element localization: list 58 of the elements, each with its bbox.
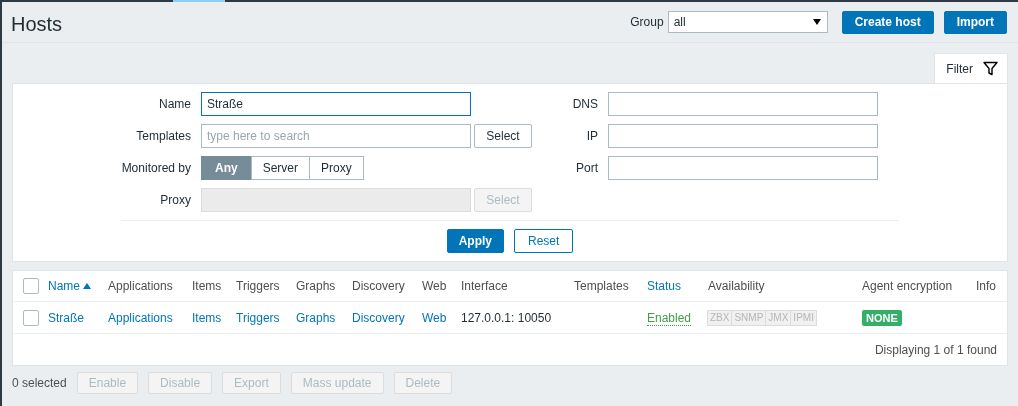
row-checkbox[interactable]: [22, 309, 39, 326]
field-label: Templates: [135, 129, 192, 143]
select-button[interactable]: Select: [474, 124, 532, 148]
dropdown-caret-icon: [812, 19, 821, 25]
column-header: Discovery: [352, 279, 406, 293]
availability-badge: SNMP: [731, 309, 767, 326]
header-button[interactable]: Create host: [841, 10, 934, 34]
column-header: Interface: [461, 279, 509, 293]
apply-button[interactable]: Apply: [446, 229, 504, 253]
table-summary: Displaying 1 of 1 found: [874, 342, 997, 357]
select-all-checkbox[interactable]: [22, 278, 39, 294]
status-link[interactable]: Enabled: [647, 310, 692, 326]
column-header: Web: [422, 279, 448, 293]
sort-ascending-icon: [83, 283, 91, 289]
filter-field[interactable]: [608, 156, 878, 180]
field-label: Port: [575, 161, 599, 175]
table-link[interactable]: Items: [192, 310, 236, 325]
column-header: Templates: [574, 279, 630, 293]
column-header: Applications: [108, 279, 174, 293]
active-tab-indicator: [173, 0, 225, 2]
field-label: Monitored by: [120, 161, 192, 175]
encryption-badge: NONE: [862, 309, 902, 326]
reset-button[interactable]: Reset: [514, 229, 574, 253]
filter-tab[interactable]: Filter: [934, 53, 1008, 83]
filter-field[interactable]: [608, 92, 878, 116]
monitored-by-option[interactable]: Server: [250, 156, 310, 180]
column-header: Graphs: [296, 279, 337, 293]
table-link[interactable]: Triggers: [236, 310, 296, 325]
page-title: Hosts: [11, 12, 63, 36]
header-button[interactable]: Import: [943, 10, 1007, 34]
monitored-by-option[interactable]: Any: [201, 156, 252, 180]
column-header: Agent encryption: [862, 279, 954, 293]
field-label: Proxy: [159, 193, 192, 207]
field-label: IP: [585, 129, 599, 143]
table-link[interactable]: Straße: [48, 310, 108, 325]
filter-field[interactable]: [608, 124, 878, 148]
field-label: DNS: [571, 97, 599, 111]
availability-badge: IPMI: [790, 309, 817, 326]
templates-search-field[interactable]: type here to search: [201, 124, 471, 148]
column-header: Info: [976, 279, 997, 293]
availability-badge: ZBX: [707, 309, 733, 326]
column-header: Triggers: [236, 279, 281, 293]
field-label: Name: [158, 97, 192, 111]
table-link[interactable]: Discovery: [352, 310, 422, 325]
column-header[interactable]: Status: [647, 279, 708, 293]
column-header: Items: [192, 279, 223, 293]
filter-funnel-icon: [983, 61, 998, 76]
column-header: Availability: [708, 279, 766, 293]
group-dropdown[interactable]: all: [667, 11, 828, 33]
name-field[interactable]: Straße: [201, 92, 471, 116]
table-link[interactable]: Web: [422, 310, 461, 325]
monitored-by-option[interactable]: Proxy: [309, 156, 364, 180]
table-cell-text: 127.0.0.1: 10050: [461, 310, 553, 325]
selected-count: 0 selected: [12, 376, 67, 390]
group-label: Group: [630, 15, 664, 29]
column-header[interactable]: Name: [48, 279, 108, 293]
table-link[interactable]: Graphs: [296, 310, 352, 325]
table-link[interactable]: Applications: [108, 310, 192, 325]
